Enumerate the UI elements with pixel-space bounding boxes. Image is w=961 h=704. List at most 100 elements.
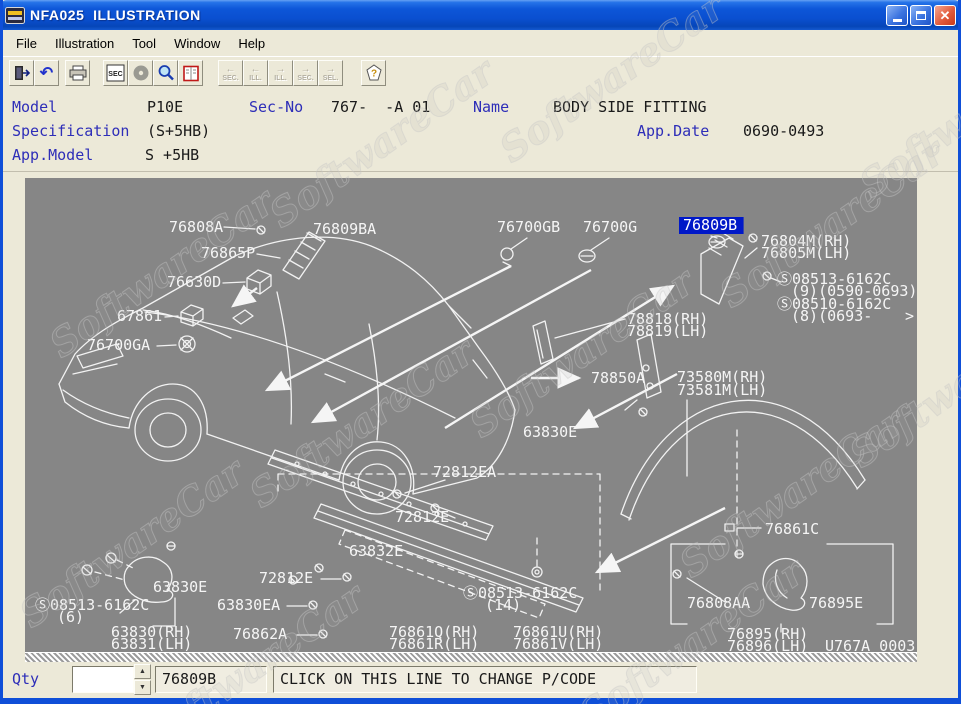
qty-input[interactable]: [72, 666, 134, 693]
exit-door-icon: [13, 64, 31, 82]
toolbar: ↶ SEC: [3, 57, 958, 90]
prev-illustration-label: ←ILL.: [249, 65, 261, 82]
spec-label: Specification: [12, 122, 129, 140]
part-label[interactable]: 76861V(LH): [513, 635, 603, 652]
minimize-icon: [893, 19, 902, 22]
part-label[interactable]: (14): [485, 596, 521, 614]
part-label[interactable]: 63832E: [349, 542, 403, 560]
part-label[interactable]: 72812E: [395, 508, 449, 526]
undo-arrow-icon: ↶: [40, 63, 53, 83]
note-button[interactable]: [178, 60, 203, 86]
part-label[interactable]: 63830EA: [217, 596, 280, 614]
part-label[interactable]: 76808AA: [687, 594, 750, 612]
disc-icon: [132, 64, 150, 82]
select-button[interactable]: →SEL.: [318, 60, 343, 86]
part-label[interactable]: 76896(LH): [727, 637, 808, 652]
printer-icon: [69, 65, 87, 81]
menu-file[interactable]: File: [7, 33, 46, 54]
pcode-change-message[interactable]: CLICK ON THIS LINE TO CHANGE P/CODE: [273, 666, 697, 693]
part-label[interactable]: 76700GA: [87, 336, 150, 354]
up-arrow-icon: ▲: [139, 668, 146, 675]
pcode-field[interactable]: 76809B: [155, 666, 267, 693]
part-label[interactable]: 76865P: [201, 244, 255, 262]
part-label[interactable]: 67861: [117, 307, 162, 325]
sec-list-button[interactable]: SEC: [103, 60, 128, 86]
close-icon: ✕: [940, 9, 951, 22]
part-label[interactable]: (6): [57, 608, 84, 626]
part-label[interactable]: Ⓢ08513-6162C: [35, 596, 149, 614]
part-label[interactable]: 73581M(LH): [677, 381, 767, 399]
prev-section-label: ←SEC.: [222, 65, 238, 82]
part-label[interactable]: 72812EA: [433, 463, 496, 481]
menu-tool[interactable]: Tool: [123, 33, 165, 54]
close-button[interactable]: ✕: [934, 5, 956, 26]
svg-text:?: ?: [370, 69, 376, 80]
part-label[interactable]: 76805M(LH): [761, 244, 851, 262]
maximize-button[interactable]: [910, 5, 932, 26]
magnifier-icon: [157, 64, 175, 82]
zoom-button[interactable]: [153, 60, 178, 86]
illustration-area[interactable]: 76808A 76809BA 76865P 76630D 67861 76700GA 767…: [25, 178, 917, 652]
menu-help[interactable]: Help: [229, 33, 274, 54]
name-value: BODY SIDE FITTING: [553, 98, 707, 116]
appmodel-value: S +5HB: [145, 146, 199, 164]
exit-button[interactable]: [9, 60, 34, 86]
appdate-label: App.Date: [637, 122, 709, 140]
part-label[interactable]: 76808A: [169, 218, 223, 236]
print-button[interactable]: [65, 60, 90, 86]
next-section-button[interactable]: →SEC.: [293, 60, 318, 86]
part-label[interactable]: 76862A: [233, 625, 287, 643]
model-value: P10E: [147, 98, 183, 116]
next-illustration-button[interactable]: →ILL.: [268, 60, 293, 86]
secno-label: Sec-No: [249, 98, 303, 116]
appmodel-label: App.Model: [12, 146, 93, 164]
next-illustration-label: →ILL.: [274, 65, 286, 82]
part-label[interactable]: 63831(LH): [111, 635, 192, 652]
part-label[interactable]: 76630D: [167, 273, 221, 291]
app-window: NFA025 ILLUSTRATION ✕ File Illustration …: [0, 0, 961, 704]
spec-value: (S+5HB): [147, 122, 210, 140]
part-label[interactable]: 78819(LH): [627, 322, 708, 340]
part-label[interactable]: U767A 0003: [825, 637, 915, 652]
part-label[interactable]: 63830E: [153, 578, 207, 596]
part-label[interactable]: (8)(0693-: [791, 307, 872, 325]
part-label[interactable]: 78850A: [591, 369, 645, 387]
part-label[interactable]: 76700G: [583, 218, 637, 236]
menu-window[interactable]: Window: [165, 33, 229, 54]
qty-stepper: ▲ ▼: [134, 664, 151, 695]
part-label[interactable]: 76809B: [683, 216, 737, 234]
illustration-canvas: 76808A 76809BA 76865P 76630D 67861 76700GA 767…: [3, 171, 958, 663]
undo-button[interactable]: ↶: [34, 60, 59, 86]
title-bar[interactable]: NFA025 ILLUSTRATION ✕: [0, 0, 961, 30]
qty-up-button[interactable]: ▲: [134, 664, 151, 679]
down-arrow-icon: ▼: [139, 684, 146, 691]
help-icon: ?: [365, 64, 383, 82]
part-label[interactable]: 72812E: [259, 569, 313, 587]
help-button[interactable]: ?: [361, 60, 386, 86]
menu-illustration[interactable]: Illustration: [46, 33, 123, 54]
sec-document-icon: SEC: [106, 64, 125, 82]
qty-down-button[interactable]: ▼: [134, 680, 151, 695]
fast-app-icon: [5, 7, 25, 24]
part-label[interactable]: 63830E: [523, 423, 577, 441]
secno-value: 767- -A 01: [331, 98, 430, 116]
part-label[interactable]: 76700GB: [497, 218, 560, 236]
next-section-label: →SEC.: [297, 65, 313, 82]
window-title: NFA025 ILLUSTRATION: [30, 7, 201, 23]
part-info-panel: Model P10E Sec-No 767- -A 01 Name BODY S…: [3, 90, 958, 171]
disc-button[interactable]: [128, 60, 153, 86]
part-label[interactable]: 76861R(LH): [389, 635, 479, 652]
minimize-button[interactable]: [886, 5, 908, 26]
part-label[interactable]: >: [905, 307, 914, 325]
prev-illustration-button[interactable]: ←ILL.: [243, 60, 268, 86]
horizontal-scrollbar[interactable]: [25, 652, 917, 662]
prev-section-button[interactable]: ←SEC.: [218, 60, 243, 86]
qty-label: Qty: [12, 670, 39, 688]
model-label: Model: [12, 98, 57, 116]
maximize-icon: [916, 11, 926, 20]
part-label[interactable]: 76809BA: [313, 220, 376, 238]
part-label[interactable]: 76895E: [809, 594, 863, 612]
part-label[interactable]: 76861C: [765, 520, 819, 538]
name-label: Name: [473, 98, 509, 116]
book-icon: [182, 65, 200, 82]
